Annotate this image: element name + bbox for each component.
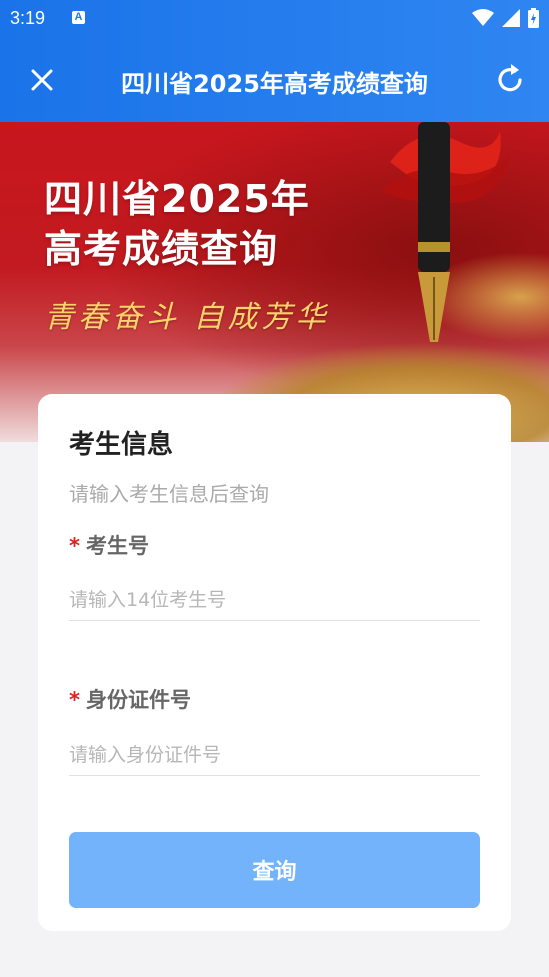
banner-headline: 四川省2025年 高考成绩查询 [44, 174, 310, 274]
query-button[interactable]: 查询 [69, 832, 480, 908]
notification-a-icon: A [72, 11, 85, 24]
battery-icon [528, 8, 539, 28]
status-time: 3:19 [10, 8, 46, 28]
required-mark: * [69, 534, 80, 558]
exam-number-input[interactable] [69, 580, 480, 621]
page-title: 四川省2025年高考成绩查询 [121, 70, 428, 98]
form-heading: 考生信息 [69, 430, 174, 460]
banner-headline-line2: 高考成绩查询 [44, 227, 279, 271]
system-icons [472, 8, 539, 28]
wifi-icon [472, 9, 494, 26]
form-subtitle: 请输入考生信息后查询 [69, 482, 269, 506]
id-number-label-text: 身份证件号 [85, 688, 191, 712]
exam-number-label: * 考生号 [69, 530, 149, 560]
reload-icon[interactable] [491, 60, 529, 98]
id-number-label: * 身份证件号 [69, 684, 191, 714]
exam-number-label-text: 考生号 [85, 534, 149, 558]
status-bar: 3:19 A [0, 0, 549, 38]
banner-headline-line1: 四川省2025年 [44, 177, 310, 221]
candidate-info-card: 考生信息 请输入考生信息后查询 *考生号 *身份证件号 查询 [38, 394, 511, 931]
title-bar: 四川省2025年高考成绩查询 [0, 38, 549, 122]
banner-slogan: 青春奋斗 自成芳华 [44, 300, 330, 335]
required-mark: * [69, 688, 80, 712]
fountain-pen-icon [380, 122, 510, 342]
id-number-input[interactable] [69, 735, 480, 776]
signal-icon [502, 9, 520, 27]
